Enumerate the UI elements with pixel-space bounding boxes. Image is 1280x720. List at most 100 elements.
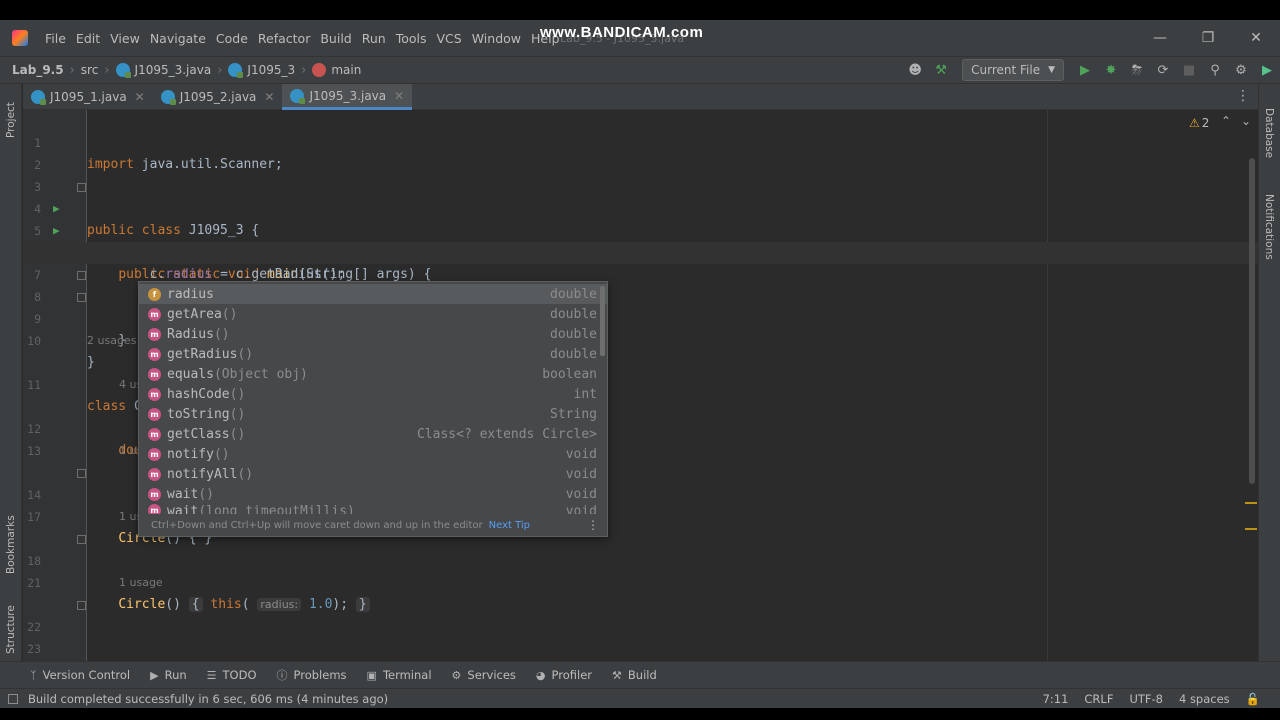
line-number: 11 — [27, 378, 41, 392]
caret-position[interactable]: 7:11 — [1043, 692, 1069, 706]
breadcrumb-project[interactable]: Lab_9.5 — [12, 63, 64, 77]
profiler-icon: ◕ — [535, 668, 546, 682]
completion-item[interactable]: m toString () String — [139, 404, 607, 424]
menu-tools[interactable]: Tools — [391, 20, 432, 56]
breadcrumb-src[interactable]: src — [81, 63, 99, 77]
tool-profiler[interactable]: ◕ Profiler — [536, 668, 592, 682]
code-completion-popup[interactable]: f radius double m getArea () double m Ra… — [138, 281, 608, 537]
fold-icon[interactable] — [77, 271, 86, 280]
close-tab-icon[interactable]: ✕ — [394, 89, 404, 103]
lock-icon[interactable]: 🔓 — [1246, 692, 1260, 706]
close-tab-icon[interactable]: ✕ — [264, 90, 274, 104]
more-options-icon[interactable]: ⋮ — [587, 518, 599, 532]
breadcrumb-file[interactable]: J1095_3.java — [115, 63, 212, 78]
completion-item[interactable]: m getRadius () double — [139, 344, 607, 364]
completion-item[interactable]: m getClass () Class<? extends Circle> — [139, 424, 607, 444]
bookmarks-tool-button[interactable]: Bookmarks — [5, 515, 17, 574]
completion-item[interactable]: m notify () void — [139, 444, 607, 464]
completion-item[interactable]: f radius double — [139, 284, 607, 304]
tool-todo[interactable]: ☰ TODO — [207, 668, 257, 682]
close-tab-icon[interactable]: ✕ — [135, 90, 145, 104]
breadcrumb-separator-icon: › — [217, 62, 223, 78]
status-message[interactable]: Build completed successfully in 6 sec, 6… — [8, 692, 388, 706]
tool-problems[interactable]: ⓘ Problems — [277, 667, 347, 683]
line-separator[interactable]: CRLF — [1084, 692, 1113, 706]
code-line: 1 import java.util.Scanner; — [23, 110, 1258, 172]
completion-item[interactable]: m equals (Object obj) boolean — [139, 364, 607, 384]
database-tool-button[interactable]: Database — [1263, 108, 1275, 158]
usages-hint[interactable]: 2 usages — [87, 330, 136, 352]
right-tool-strip: Database Notifications — [1258, 84, 1280, 661]
completion-item[interactable]: m wait (long timeoutMillis) void — [139, 504, 607, 514]
warning-stripe-marker[interactable] — [1245, 528, 1257, 530]
video-letterbox-top — [0, 0, 1280, 20]
menu-refactor[interactable]: Refactor — [253, 20, 315, 56]
notifications-tool-button[interactable]: Notifications — [1263, 194, 1275, 260]
menu-code[interactable]: Code — [211, 20, 253, 56]
tab-j1095-3[interactable]: J1095_3.java ✕ — [282, 84, 413, 110]
project-tool-button[interactable]: Project — [5, 102, 17, 138]
menu-navigate[interactable]: Navigate — [145, 20, 211, 56]
completion-item[interactable]: m getArea () double — [139, 304, 607, 324]
profile-icon[interactable]: ⟳ — [1150, 57, 1176, 83]
fold-icon[interactable] — [77, 601, 86, 610]
tool-version-control[interactable]: ᛉ Version Control — [30, 668, 130, 682]
next-tip-link[interactable]: Next Tip — [489, 520, 530, 531]
debug-icon[interactable]: ✸ — [1098, 57, 1124, 83]
menu-view[interactable]: View — [105, 20, 145, 56]
completion-item[interactable]: m hashCode () int — [139, 384, 607, 404]
indent-setting[interactable]: 4 spaces — [1179, 692, 1230, 706]
tab-j1095-1[interactable]: J1095_1.java ✕ — [23, 84, 153, 110]
fold-icon[interactable] — [77, 469, 86, 478]
search-icon[interactable]: ⚲ — [1202, 57, 1228, 83]
tab-label: J1095_2.java — [179, 90, 257, 104]
stop-icon[interactable]: ■ — [1176, 57, 1202, 83]
breadcrumb-class-label: J1095_3 — [247, 63, 296, 77]
minimize-icon[interactable]: — — [1136, 20, 1184, 56]
run-config-dropdown[interactable]: Current File ▼ — [962, 59, 1064, 81]
fold-icon[interactable] — [77, 183, 86, 192]
breadcrumb-file-label: J1095_3.java — [134, 63, 212, 77]
warning-stripe-marker[interactable] — [1245, 502, 1257, 504]
user-icon[interactable]: ☻ — [902, 57, 928, 83]
method-icon: m — [148, 504, 161, 514]
tab-options-icon[interactable]: ⋮ — [1236, 88, 1250, 104]
fold-icon[interactable] — [77, 535, 86, 544]
tool-services[interactable]: ⚙ Services — [452, 668, 516, 682]
completion-item[interactable]: m wait () void — [139, 484, 607, 504]
code-with-me-icon[interactable]: ▶ — [1254, 57, 1280, 83]
tool-run[interactable]: ▶ Run — [150, 668, 187, 682]
menu-edit[interactable]: Edit — [71, 20, 105, 56]
tool-terminal[interactable]: ▣ Terminal — [367, 668, 432, 682]
completion-item[interactable]: m notifyAll () void — [139, 464, 607, 484]
popup-scrollbar[interactable] — [600, 286, 605, 356]
tab-j1095-2[interactable]: J1095_2.java ✕ — [153, 84, 283, 110]
structure-tool-button[interactable]: Structure — [5, 605, 17, 654]
tool-build[interactable]: ⚒ Build — [612, 668, 657, 682]
toggle-tool-windows-icon[interactable] — [8, 693, 18, 704]
bandicam-watermark: www.BANDICAM.com — [540, 24, 704, 41]
field-icon: f — [148, 287, 161, 301]
menu-window[interactable]: Window — [467, 20, 526, 56]
restore-icon[interactable]: ❐ — [1184, 20, 1232, 56]
menu-vcs[interactable]: VCS — [432, 20, 467, 56]
breadcrumb-method[interactable]: main — [312, 63, 361, 77]
menu-build[interactable]: Build — [315, 20, 356, 56]
usages-hint[interactable]: 1 usage — [119, 572, 163, 594]
method-icon: m — [148, 307, 161, 321]
menu-run[interactable]: Run — [357, 20, 391, 56]
run-icon[interactable]: ▶ — [1072, 57, 1098, 83]
menu-file[interactable]: File — [40, 20, 71, 56]
completion-item[interactable]: m Radius () double — [139, 324, 607, 344]
editor-scrollbar[interactable] — [1249, 158, 1255, 484]
tool-label: TODO — [222, 668, 257, 682]
close-window-icon[interactable]: ✕ — [1232, 20, 1280, 56]
coverage-icon[interactable]: ⛈ — [1124, 57, 1150, 83]
build-hammer-icon[interactable]: ⚒ — [928, 57, 954, 83]
method-icon: m — [148, 427, 161, 441]
method-icon: m — [148, 367, 161, 381]
settings-gear-icon[interactable]: ⚙ — [1228, 57, 1254, 83]
file-encoding[interactable]: UTF-8 — [1129, 692, 1163, 706]
fold-icon[interactable] — [77, 293, 86, 302]
breadcrumb-class[interactable]: J1095_3 — [228, 63, 296, 78]
